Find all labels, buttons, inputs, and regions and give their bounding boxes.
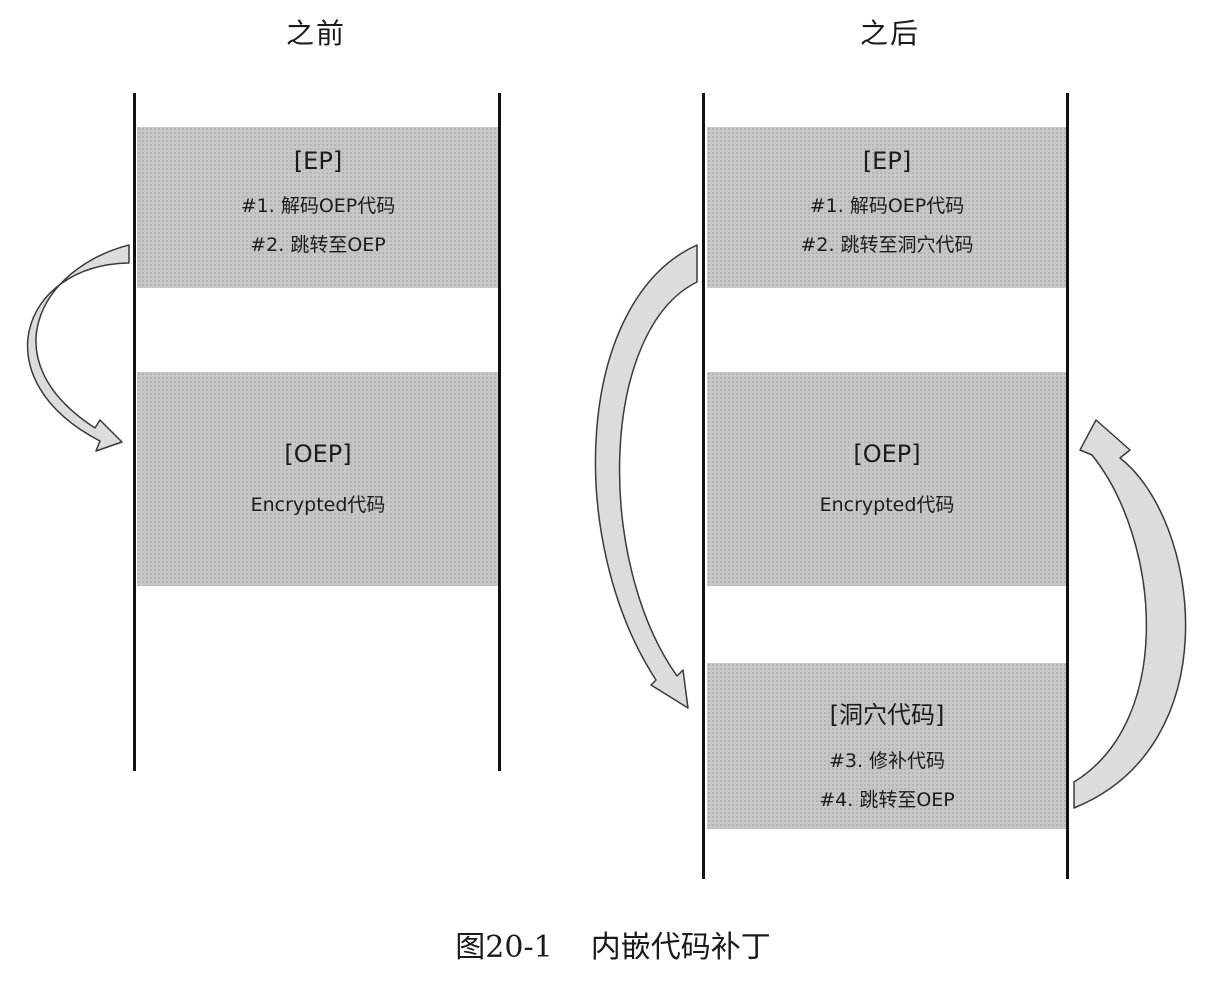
after-jump-to-oep-arrow-icon xyxy=(1073,419,1187,809)
arrows-layer xyxy=(26,244,1187,809)
figure-caption: 图20-1 内嵌代码补丁 xyxy=(0,922,1226,966)
figure-number: 图20-1 xyxy=(455,930,553,965)
after-jump-to-cave-arrow-icon xyxy=(594,244,698,709)
figure-title: 内嵌代码补丁 xyxy=(590,930,771,965)
before-jump-arrow-icon xyxy=(26,244,130,452)
